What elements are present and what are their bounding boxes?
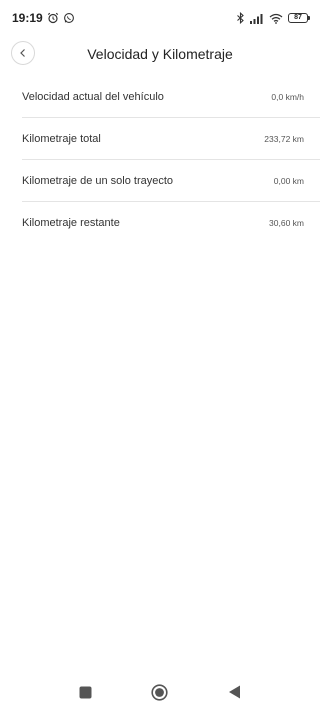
system-nav-bar	[0, 672, 320, 711]
list-item-label: Kilometraje de un solo trayecto	[22, 174, 174, 187]
signal-icon	[250, 13, 264, 24]
list-item-value: 0,0 km/h	[271, 91, 304, 102]
list-item-label: Kilometraje total	[22, 132, 101, 145]
list-item-value: 0,00 km	[273, 175, 304, 186]
page-title: Velocidad y Kilometraje	[87, 46, 233, 62]
list-item-value: 233,72 km	[264, 133, 304, 144]
list-item-total-mileage: Kilometraje total 233,72 km	[22, 118, 320, 160]
status-bar: 19:19 87	[0, 0, 320, 36]
status-left: 19:19	[12, 11, 75, 25]
whatsapp-icon	[63, 12, 75, 24]
list-item-label: Kilometraje restante	[22, 217, 120, 229]
bluetooth-icon	[236, 12, 245, 24]
back-button[interactable]	[11, 41, 35, 65]
chevron-left-icon	[18, 48, 28, 58]
list-item-current-speed: Velocidad actual del vehículo 0,0 km/h	[22, 76, 320, 118]
wifi-icon	[269, 13, 283, 24]
alarm-icon	[47, 12, 59, 24]
info-list: Velocidad actual del vehículo 0,0 km/h K…	[22, 76, 320, 244]
back-triangle-icon	[228, 685, 241, 699]
screen: 19:19 87 Velocidad y Kilometraje Velocid…	[0, 0, 320, 711]
status-time: 19:19	[12, 11, 43, 25]
list-item-label: Velocidad actual del vehículo	[22, 90, 164, 103]
header: Velocidad y Kilometraje	[0, 36, 320, 72]
battery-icon: 87	[288, 13, 310, 23]
list-item-remaining-mileage: Kilometraje restante 30,60 km	[22, 202, 320, 244]
home-button[interactable]	[150, 683, 168, 701]
list-item-trip-mileage: Kilometraje de un solo trayecto 0,00 km	[22, 160, 320, 202]
list-item-value: 30,60 km	[269, 218, 304, 228]
back-nav-button[interactable]	[226, 684, 242, 700]
status-right: 87	[236, 12, 310, 24]
recents-square-icon	[79, 686, 92, 699]
home-circle-icon	[150, 683, 168, 701]
recents-button[interactable]	[77, 684, 93, 700]
